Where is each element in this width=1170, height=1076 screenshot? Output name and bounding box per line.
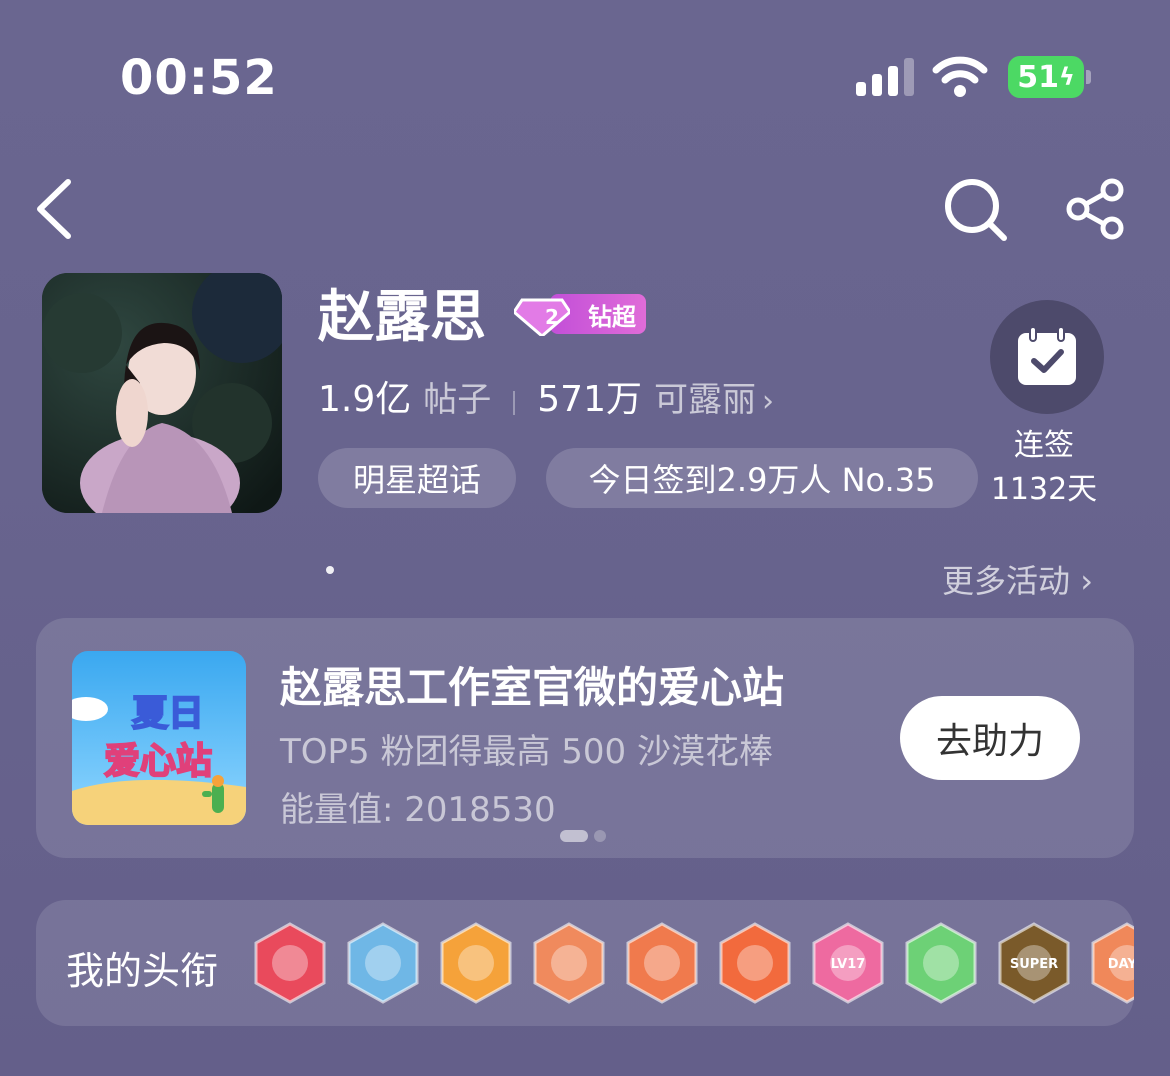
super-medal-icon[interactable]: SUPER (996, 922, 1072, 1004)
titles-label: 我的头衔 (66, 949, 219, 993)
activity-subtitle: TOP5 粉团得最高 500 沙漠花棒 (280, 732, 773, 772)
avatar-medal-icon[interactable] (345, 922, 421, 1004)
level-badge[interactable]: 钻超 2 (514, 292, 646, 336)
more-activities-label[interactable]: 更多活动 (942, 562, 1070, 600)
battery-level: 51 (1017, 59, 1059, 95)
fans-count[interactable]: 571万 (537, 370, 642, 422)
calendar-check-icon (1018, 327, 1076, 385)
search-icon[interactable] (942, 176, 1010, 242)
checkin-streak: 连签 1132天 (984, 424, 1104, 512)
activity-energy: 能量值: 2018530 (280, 790, 556, 830)
medals-row[interactable]: LV17 SUPER DAYS (250, 922, 1134, 1004)
share-icon[interactable] (1062, 176, 1128, 242)
checkin-streak-label: 连签 (1014, 428, 1074, 463)
checkin-rank-chip[interactable]: 今日签到2.9万人 No.35 (546, 448, 978, 508)
topic-name: 赵露思 (318, 285, 486, 350)
pager-dot[interactable] (594, 830, 606, 842)
dragon-medal-icon[interactable] (624, 922, 700, 1004)
hand-medal-icon[interactable] (903, 922, 979, 1004)
days-medal-icon[interactable]: DAYS (1089, 922, 1134, 1004)
trophy-medal-icon[interactable] (252, 922, 328, 1004)
activity-title[interactable]: 赵露思工作室官微的爱心站 (280, 654, 784, 715)
topic-stats: 1.9亿 帖子 571万 可露丽 › (318, 370, 774, 422)
crown-medal-icon[interactable] (438, 922, 514, 1004)
activity-thumbnail[interactable]: 夏日 爱心站 (72, 651, 246, 825)
posts-count: 1.9亿 (318, 379, 412, 420)
chevron-right-icon[interactable]: › (1080, 562, 1093, 600)
more-activities-link[interactable]: 更多活动 › (942, 556, 1093, 602)
dragon-medal-icon[interactable] (531, 922, 607, 1004)
level-number: 2 (545, 305, 559, 329)
cellular-signal-icon (856, 58, 914, 96)
posts-label: 帖子 (423, 380, 492, 420)
decor-dot (326, 566, 334, 574)
medal-text: DAYS (1108, 957, 1134, 972)
pager-dot-active[interactable] (560, 830, 588, 842)
battery-tip (1086, 70, 1091, 84)
fans-label[interactable]: 可露丽 (654, 372, 756, 421)
dragon-medal-icon[interactable] (717, 922, 793, 1004)
status-time: 00:52 (120, 50, 278, 106)
back-icon[interactable] (30, 176, 80, 242)
diamond-icon: 2 (514, 298, 570, 336)
category-chip[interactable]: 明星超话 (318, 448, 516, 508)
avatar[interactable] (42, 273, 282, 513)
battery-icon: 51 ϟ (1008, 56, 1084, 98)
stats-divider (513, 391, 516, 415)
thumb-text-1: 夏日 (132, 693, 204, 734)
avatar-image (42, 273, 282, 513)
carousel-pager[interactable] (560, 830, 606, 842)
wifi-icon (932, 56, 988, 97)
checkin-button[interactable] (990, 300, 1104, 414)
support-button[interactable]: 去助力 (900, 696, 1080, 780)
checkin-streak-days: 1132天 (990, 472, 1098, 507)
lv17-medal-icon[interactable]: LV17 (810, 922, 886, 1004)
chevron-right-icon[interactable]: › (762, 384, 774, 419)
status-bar: 00:52 51 ϟ (0, 0, 1170, 150)
medal-text: LV17 (831, 957, 866, 972)
summer-station-image: 夏日 爱心站 (72, 651, 246, 825)
thumb-text-2: 爱心站 (104, 741, 212, 782)
medal-text: SUPER (1010, 957, 1058, 972)
